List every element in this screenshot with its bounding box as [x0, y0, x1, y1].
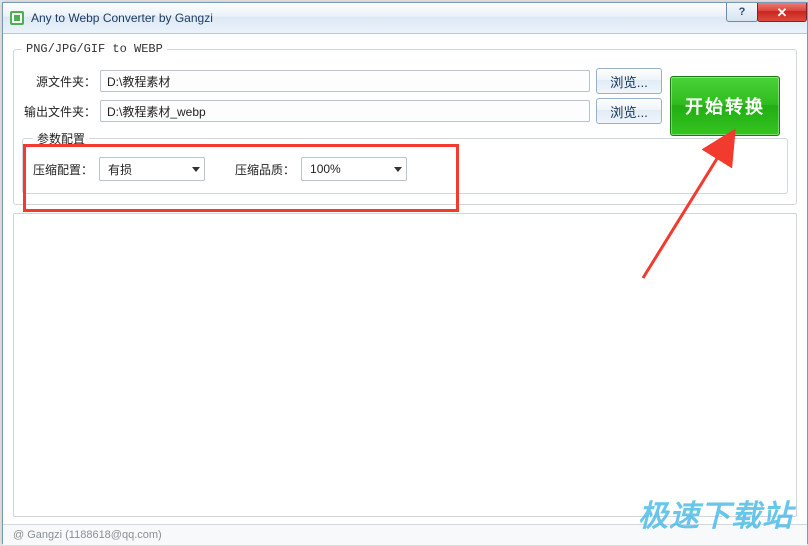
- output-folder-label: 输出文件夹：: [22, 103, 96, 120]
- window-title: Any to Webp Converter by Gangzi: [31, 11, 727, 25]
- app-window: Any to Webp Converter by Gangzi ? ✕ PNG/…: [2, 2, 808, 544]
- compress-quality-label: 压缩品质：: [235, 161, 295, 178]
- compress-mode-select[interactable]: 有损: [99, 157, 205, 181]
- chevron-down-icon: [188, 158, 204, 180]
- app-icon: [9, 10, 25, 26]
- browse-source-button[interactable]: 浏览...: [596, 68, 662, 94]
- source-folder-label: 源文件夹：: [22, 73, 96, 90]
- group-title: PNG/JPG/GIF to WEBP: [22, 42, 167, 56]
- params-legend: 参数配置: [33, 130, 89, 147]
- title-bar: Any to Webp Converter by Gangzi ? ✕: [3, 3, 807, 34]
- help-button[interactable]: ?: [726, 3, 758, 22]
- status-bar: @ Gangzi (1188618@qq.com): [3, 524, 807, 545]
- source-folder-input[interactable]: [100, 70, 590, 92]
- conversion-group: PNG/JPG/GIF to WEBP 源文件夹： 浏览... 输出文件夹： 浏…: [13, 42, 797, 205]
- compress-quality-select[interactable]: 100%: [301, 157, 407, 181]
- window-controls: ? ✕: [727, 3, 807, 33]
- compress-quality-value: 100%: [310, 162, 341, 176]
- status-text: @ Gangzi (1188618@qq.com): [13, 529, 162, 541]
- output-folder-input[interactable]: [100, 100, 590, 122]
- compress-mode-label: 压缩配置：: [33, 161, 93, 178]
- params-group: 参数配置 压缩配置： 有损 压缩品质： 100%: [22, 130, 788, 194]
- client-area: PNG/JPG/GIF to WEBP 源文件夹： 浏览... 输出文件夹： 浏…: [3, 34, 807, 524]
- close-button[interactable]: ✕: [757, 3, 807, 22]
- browse-output-button[interactable]: 浏览...: [596, 98, 662, 124]
- chevron-down-icon: [390, 158, 406, 180]
- log-output-area: [13, 213, 797, 517]
- start-convert-button[interactable]: 开始转换: [670, 76, 780, 136]
- compress-mode-value: 有损: [108, 161, 132, 178]
